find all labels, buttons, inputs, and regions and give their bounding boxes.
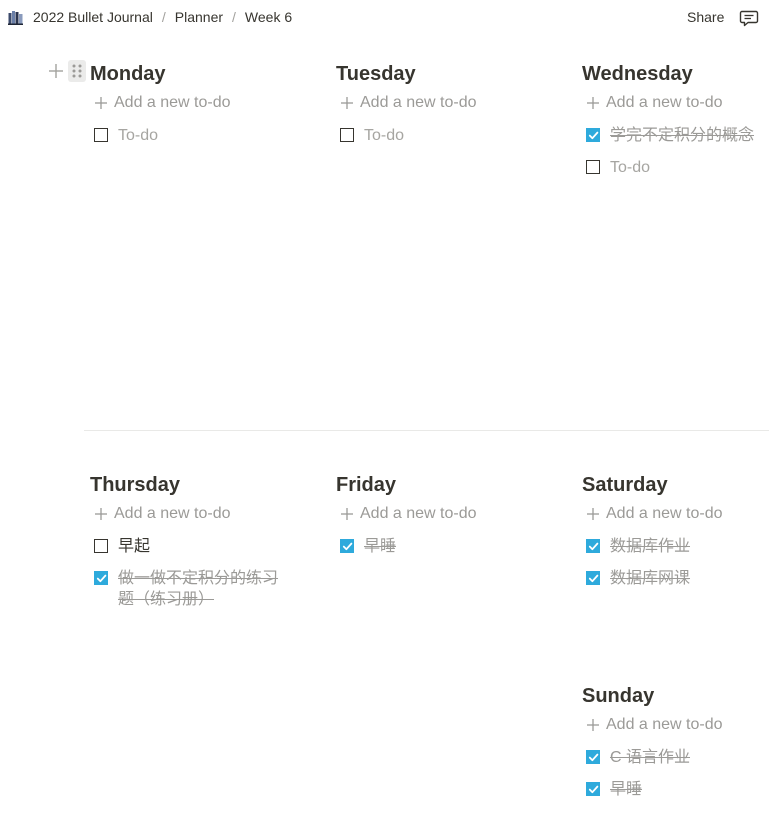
todo-item: 早睡 bbox=[582, 779, 762, 800]
checkbox[interactable] bbox=[94, 539, 108, 553]
day-column-tuesday: Tuesday Add a new to-do To-do bbox=[336, 60, 572, 146]
day-heading[interactable]: Thursday bbox=[90, 471, 286, 499]
day-heading[interactable]: Monday bbox=[90, 60, 326, 88]
day-heading[interactable]: Wednesday bbox=[582, 60, 762, 88]
todo-item: 数据库网课 bbox=[582, 568, 762, 589]
add-todo-button[interactable]: Add a new to-do bbox=[582, 93, 762, 113]
todo-text[interactable]: 数据库作业 bbox=[610, 536, 690, 557]
plus-icon bbox=[586, 718, 600, 732]
add-todo-label: Add a new to-do bbox=[114, 94, 231, 111]
todo-placeholder[interactable]: To-do bbox=[118, 125, 158, 146]
todo-text[interactable]: 早起 bbox=[118, 536, 150, 557]
plus-icon bbox=[340, 507, 354, 521]
add-todo-label: Add a new to-do bbox=[360, 94, 477, 111]
breadcrumb-item-journal[interactable]: 2022 Bullet Journal bbox=[31, 9, 155, 25]
add-todo-label: Add a new to-do bbox=[114, 505, 231, 522]
checkbox-checked[interactable] bbox=[586, 571, 600, 585]
plus-icon bbox=[94, 507, 108, 521]
add-todo-label: Add a new to-do bbox=[606, 94, 723, 111]
todo-text[interactable]: C 语言作业 bbox=[610, 747, 690, 768]
todo-item: 做一做不定积分的练习题（练习册） bbox=[90, 568, 286, 610]
checkbox[interactable] bbox=[94, 128, 108, 142]
plus-icon bbox=[586, 96, 600, 110]
todo-text[interactable]: 早睡 bbox=[610, 779, 642, 800]
day-column-monday: Monday Add a new to-do To-do bbox=[90, 60, 326, 146]
add-todo-button[interactable]: Add a new to-do bbox=[336, 504, 572, 524]
top-bar: 2022 Bullet Journal / Planner / Week 6 S… bbox=[0, 0, 769, 36]
book-stack-icon[interactable] bbox=[8, 10, 23, 25]
day-column-saturday: Saturday Add a new to-do 数据库作业数据库网课 bbox=[582, 471, 762, 589]
checkbox[interactable] bbox=[586, 160, 600, 174]
day-column-thursday: Thursday Add a new to-do 早起做一做不定积分的练习题（练习册… bbox=[90, 471, 286, 610]
checkbox-checked[interactable] bbox=[94, 571, 108, 585]
checkbox-checked[interactable] bbox=[340, 539, 354, 553]
todo-placeholder[interactable]: To-do bbox=[364, 125, 404, 146]
add-block-plus-icon[interactable] bbox=[46, 61, 66, 81]
add-todo-label: Add a new to-do bbox=[360, 505, 477, 522]
todo-item: To-do bbox=[582, 157, 762, 178]
add-todo-button[interactable]: Add a new to-do bbox=[90, 93, 326, 113]
plus-icon bbox=[94, 96, 108, 110]
day-heading[interactable]: Saturday bbox=[582, 471, 762, 499]
day-column-sunday: Sunday Add a new to-do C 语言作业 早睡 bbox=[582, 682, 762, 800]
add-todo-label: Add a new to-do bbox=[606, 505, 723, 522]
breadcrumb-separator: / bbox=[232, 9, 236, 25]
drag-handle-icon[interactable] bbox=[68, 60, 86, 82]
checkbox-checked[interactable] bbox=[586, 539, 600, 553]
todo-text[interactable]: 做一做不定积分的练习题（练习册） bbox=[118, 568, 286, 610]
day-column-friday: Friday Add a new to-do 早睡 bbox=[336, 471, 572, 557]
checkbox-checked[interactable] bbox=[586, 750, 600, 764]
breadcrumb-separator: / bbox=[161, 9, 166, 25]
todo-item: C 语言作业 bbox=[582, 747, 762, 768]
day-heading[interactable]: Tuesday bbox=[336, 60, 572, 88]
share-button[interactable]: Share bbox=[687, 9, 724, 25]
breadcrumb-item-planner[interactable]: Planner bbox=[173, 9, 225, 25]
checkbox[interactable] bbox=[340, 128, 354, 142]
add-todo-button[interactable]: Add a new to-do bbox=[336, 93, 572, 113]
todo-item: 学完不定积分的概念 bbox=[582, 125, 762, 146]
todo-text[interactable]: 数据库网课 bbox=[610, 568, 690, 589]
day-heading[interactable]: Friday bbox=[336, 471, 572, 499]
todo-item: 数据库作业 bbox=[582, 536, 762, 557]
comment-icon[interactable] bbox=[739, 8, 759, 28]
todo-item: 早起 bbox=[90, 536, 286, 557]
add-todo-button[interactable]: Add a new to-do bbox=[90, 504, 286, 524]
row-divider bbox=[84, 430, 769, 431]
todo-text[interactable]: 学完不定积分的概念 bbox=[610, 125, 754, 146]
add-todo-button[interactable]: Add a new to-do bbox=[582, 504, 762, 524]
todo-item: To-do bbox=[336, 125, 572, 146]
checkbox-checked[interactable] bbox=[586, 782, 600, 796]
breadcrumb: 2022 Bullet Journal / Planner / Week 6 bbox=[8, 9, 294, 25]
todo-item: To-do bbox=[90, 125, 326, 146]
day-column-wednesday: Wednesday Add a new to-do 学完不定积分的概念 To-do bbox=[582, 60, 762, 178]
add-todo-button[interactable]: Add a new to-do bbox=[582, 715, 762, 735]
breadcrumb-item-week[interactable]: Week 6 bbox=[243, 9, 294, 25]
plus-icon bbox=[340, 96, 354, 110]
todo-placeholder[interactable]: To-do bbox=[610, 157, 650, 178]
checkbox-checked[interactable] bbox=[586, 128, 600, 142]
add-todo-label: Add a new to-do bbox=[606, 716, 723, 733]
todo-item: 早睡 bbox=[336, 536, 572, 557]
plus-icon bbox=[586, 507, 600, 521]
todo-text[interactable]: 早睡 bbox=[364, 536, 396, 557]
day-heading[interactable]: Sunday bbox=[582, 682, 762, 710]
